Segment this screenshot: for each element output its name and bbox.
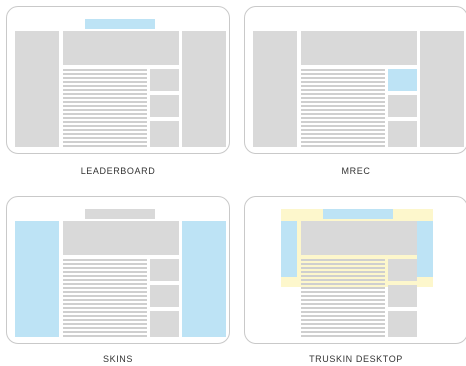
left-skin [281,221,297,277]
layout-caption: LEADERBOARD [80,166,156,176]
article-text [63,259,147,337]
right-sidebar [182,31,226,147]
header-block [63,221,179,255]
leaderboard-ad [85,19,155,29]
side-box-3 [388,121,417,147]
layout-caption: SKINS [102,354,133,364]
truskin-desktop-card [244,196,466,344]
right-skin [417,221,433,277]
left-sidebar [253,31,297,147]
mrec-card [244,6,466,154]
skins-card [6,196,230,344]
layout-caption: MREC [341,166,371,176]
side-box-1 [388,259,417,281]
right-sidebar [420,31,464,147]
side-box-2 [150,95,179,117]
side-box-2 [150,285,179,307]
side-box-1 [150,69,179,91]
side-box-3 [150,121,179,147]
side-box-2 [388,285,417,307]
mrec-ad [388,69,417,91]
header-block [63,31,179,65]
side-box-3 [150,311,179,337]
side-box-2 [388,95,417,117]
leaderboard-card [6,6,230,154]
header-block [301,31,417,65]
article-text [63,69,147,147]
top-bar [85,209,155,219]
left-skin [15,221,59,337]
article-text [301,69,385,147]
article-text [301,259,385,337]
right-skin [182,221,226,337]
top-banner-ad [323,209,393,219]
side-box-1 [150,259,179,281]
header-block [301,221,417,255]
layout-caption: TRUSKIN DESKTOP [309,354,403,364]
left-sidebar [15,31,59,147]
side-box-3 [388,311,417,337]
